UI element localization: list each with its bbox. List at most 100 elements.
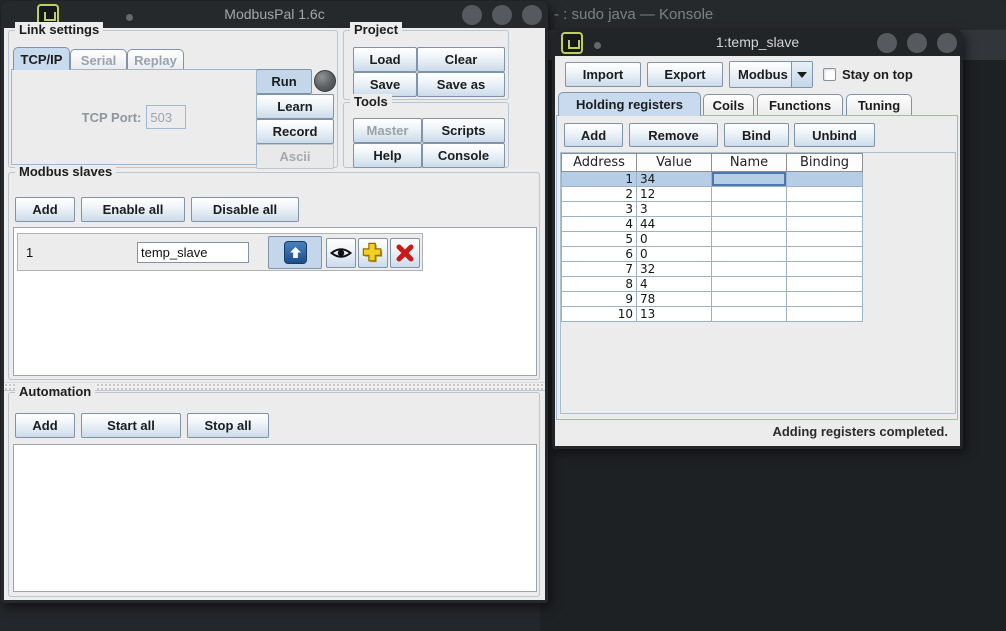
register-cell-binding[interactable] [787, 277, 863, 292]
register-cell-binding[interactable] [787, 307, 863, 322]
register-cell-value[interactable]: 12 [637, 187, 712, 202]
register-cell-address[interactable]: 2 [562, 187, 637, 202]
register-row[interactable]: 33 [562, 202, 863, 217]
column-header-binding[interactable]: Binding [787, 154, 863, 172]
register-row[interactable]: 60 [562, 247, 863, 262]
load-button[interactable]: Load [353, 47, 417, 72]
close-button[interactable] [937, 33, 957, 53]
minimize-button[interactable] [877, 33, 897, 53]
register-cell-binding[interactable] [787, 292, 863, 307]
register-cell-binding[interactable] [787, 217, 863, 232]
slave-enable-toggle[interactable] [268, 236, 322, 269]
close-button[interactable] [522, 5, 542, 25]
register-row[interactable]: 212 [562, 187, 863, 202]
register-row[interactable]: 50 [562, 232, 863, 247]
register-cell-name[interactable] [712, 307, 787, 322]
minimize-button[interactable] [462, 5, 482, 25]
register-row[interactable]: 732 [562, 262, 863, 277]
help-button[interactable]: Help [353, 143, 422, 168]
slave-row[interactable]: 1 [17, 233, 423, 271]
slave-delete-button[interactable] [390, 238, 420, 268]
register-cell-binding[interactable] [787, 172, 863, 187]
register-row[interactable]: 134 [562, 172, 863, 187]
register-row[interactable]: 1013 [562, 307, 863, 322]
register-cell-value[interactable]: 13 [637, 307, 712, 322]
import-button[interactable]: Import [565, 62, 641, 87]
register-cell-value[interactable]: 4 [637, 277, 712, 292]
tab-replay[interactable]: Replay [127, 49, 184, 70]
slave-name-input[interactable] [137, 242, 249, 263]
run-button[interactable]: Run [256, 69, 312, 94]
start-all-button[interactable]: Start all [81, 413, 181, 438]
console-button[interactable]: Console [422, 143, 505, 168]
register-remove-button[interactable]: Remove [629, 123, 718, 147]
register-cell-value[interactable]: 32 [637, 262, 712, 277]
register-cell-address[interactable]: 6 [562, 247, 637, 262]
register-cell-address[interactable]: 3 [562, 202, 637, 217]
register-cell-name[interactable] [712, 292, 787, 307]
register-cell-value[interactable]: 78 [637, 292, 712, 307]
export-button[interactable]: Export [647, 62, 723, 87]
register-bind-button[interactable]: Bind [724, 123, 789, 147]
column-header-value[interactable]: Value [637, 154, 712, 172]
register-cell-binding[interactable] [787, 202, 863, 217]
register-cell-name[interactable] [712, 187, 787, 202]
register-cell-value[interactable]: 0 [637, 232, 712, 247]
combobox-arrow[interactable] [791, 62, 812, 87]
register-cell-binding[interactable] [787, 187, 863, 202]
register-cell-value[interactable]: 44 [637, 217, 712, 232]
enable-all-button[interactable]: Enable all [81, 197, 185, 222]
register-cell-address[interactable]: 10 [562, 307, 637, 322]
register-cell-value[interactable]: 0 [637, 247, 712, 262]
register-cell-name[interactable] [712, 217, 787, 232]
record-button[interactable]: Record [256, 119, 334, 144]
maximize-button[interactable] [907, 33, 927, 53]
register-cell-address[interactable]: 9 [562, 292, 637, 307]
register-cell-name[interactable] [712, 262, 787, 277]
register-cell-address[interactable]: 8 [562, 277, 637, 292]
tab-tuning[interactable]: Tuning [846, 94, 912, 115]
stop-all-button[interactable]: Stop all [187, 413, 269, 438]
register-cell-binding[interactable] [787, 232, 863, 247]
automation-add-button[interactable]: Add [15, 413, 75, 438]
register-cell-binding[interactable] [787, 262, 863, 277]
tab-functions[interactable]: Functions [757, 94, 843, 115]
tab-holding-registers[interactable]: Holding registers [558, 92, 701, 116]
register-cell-address[interactable]: 4 [562, 217, 637, 232]
tab-serial[interactable]: Serial [70, 49, 127, 70]
register-cell-name[interactable] [712, 202, 787, 217]
slave-view-button[interactable] [326, 238, 356, 268]
register-cell-name[interactable] [712, 172, 787, 187]
register-row[interactable]: 978 [562, 292, 863, 307]
register-row[interactable]: 84 [562, 277, 863, 292]
column-header-address[interactable]: Address [562, 154, 637, 172]
tab-tcpip[interactable]: TCP/IP [13, 47, 70, 70]
column-header-name[interactable]: Name [712, 154, 787, 172]
slave-duplicate-button[interactable] [358, 238, 388, 268]
register-cell-name[interactable] [712, 247, 787, 262]
register-row[interactable]: 444 [562, 217, 863, 232]
save-as-button[interactable]: Save as [417, 72, 505, 97]
register-unbind-button[interactable]: Unbind [794, 123, 875, 147]
register-cell-value[interactable]: 34 [637, 172, 712, 187]
mode-combobox[interactable]: Modbus [729, 61, 813, 88]
learn-button[interactable]: Learn [256, 94, 334, 119]
register-cell-binding[interactable] [787, 247, 863, 262]
temp-slave-titlebar[interactable]: 1:temp_slave [552, 29, 963, 56]
tcp-port-input[interactable] [146, 105, 186, 129]
register-cell-value[interactable]: 3 [637, 202, 712, 217]
register-cell-address[interactable]: 7 [562, 262, 637, 277]
konsole-titlebar[interactable]: - : sudo java — Konsole [540, 0, 1006, 30]
maximize-button[interactable] [492, 5, 512, 25]
slaves-add-button[interactable]: Add [15, 197, 75, 222]
register-cell-address[interactable]: 1 [562, 172, 637, 187]
stay-on-top-checkbox[interactable] [823, 68, 836, 81]
register-add-button[interactable]: Add [564, 123, 623, 147]
clear-button[interactable]: Clear [417, 47, 505, 72]
scripts-button[interactable]: Scripts [422, 118, 505, 143]
register-cell-name[interactable] [712, 232, 787, 247]
disable-all-button[interactable]: Disable all [191, 197, 299, 222]
register-cell-address[interactable]: 5 [562, 232, 637, 247]
tab-coils[interactable]: Coils [703, 94, 754, 115]
register-scrollpane[interactable]: Address Value Name Binding 1342123344450… [560, 152, 956, 414]
